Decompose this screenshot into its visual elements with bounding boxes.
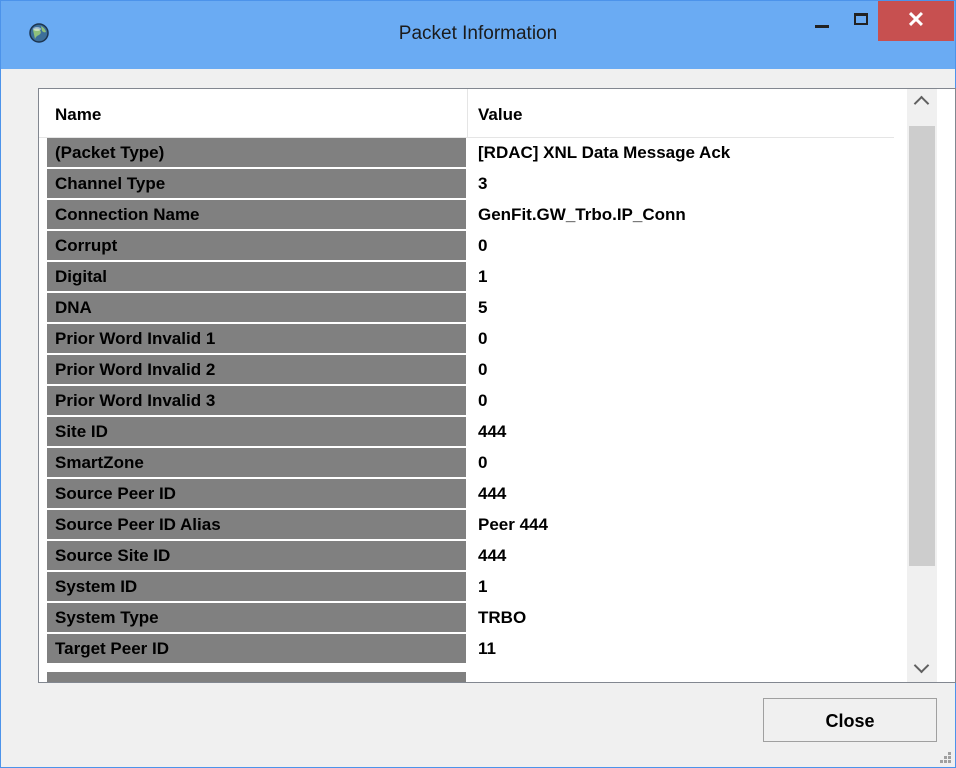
property-value-cell[interactable]: TRBO [478, 603, 526, 633]
property-value-cell[interactable]: 0 [478, 231, 487, 261]
property-value-cell[interactable]: 3 [478, 169, 487, 199]
table-row[interactable]: Prior Word Invalid 1 0 [39, 324, 903, 355]
property-value-cell[interactable]: 0 [478, 448, 487, 478]
partial-row [47, 672, 466, 682]
column-header-name[interactable]: Name [55, 105, 101, 125]
property-name-cell[interactable]: Prior Word Invalid 3 [47, 386, 466, 416]
property-value-cell[interactable]: 1 [478, 572, 487, 602]
property-value-cell[interactable]: GenFit.GW_Trbo.IP_Conn [478, 200, 686, 230]
scroll-up-arrow-icon[interactable] [907, 89, 937, 119]
property-name-cell[interactable]: System ID [47, 572, 466, 602]
minimize-button[interactable] [803, 1, 843, 41]
property-value-cell[interactable]: 11 [478, 634, 496, 664]
property-name-cell[interactable]: Source Peer ID Alias [47, 510, 466, 540]
column-header-value[interactable]: Value [478, 105, 522, 125]
table-row[interactable]: Digital 1 [39, 262, 903, 293]
property-name-cell[interactable]: Site ID [47, 417, 466, 447]
vertical-scrollbar[interactable] [907, 89, 937, 682]
grid-header: Name Value [39, 89, 894, 138]
table-row[interactable]: Site ID 444 [39, 417, 903, 448]
table-row[interactable]: Channel Type 3 [39, 169, 903, 200]
table-row[interactable]: Prior Word Invalid 3 0 [39, 386, 903, 417]
table-row[interactable]: Source Site ID 444 [39, 541, 903, 572]
maximize-button[interactable] [842, 1, 882, 41]
property-value-cell[interactable]: Peer 444 [478, 510, 548, 540]
column-separator[interactable] [467, 89, 468, 137]
property-name-cell[interactable]: Corrupt [47, 231, 466, 261]
property-name-cell[interactable]: Channel Type [47, 169, 466, 199]
property-value-cell[interactable]: 0 [478, 386, 487, 416]
packet-information-window: Packet Information ✕ Name Value (Packet … [0, 0, 956, 768]
title-bar[interactable]: Packet Information ✕ [1, 1, 955, 69]
minimize-icon [815, 25, 829, 28]
table-row[interactable]: System Type TRBO [39, 603, 903, 634]
table-row[interactable]: DNA 5 [39, 293, 903, 324]
property-name-cell[interactable]: Prior Word Invalid 2 [47, 355, 466, 385]
property-value-cell[interactable]: [RDAC] XNL Data Message Ack [478, 138, 730, 168]
property-name-cell[interactable]: Prior Word Invalid 1 [47, 324, 466, 354]
table-row[interactable]: Corrupt 0 [39, 231, 903, 262]
table-row[interactable]: Connection Name GenFit.GW_Trbo.IP_Conn [39, 200, 903, 231]
scrollbar-thumb[interactable] [909, 126, 935, 566]
property-name-cell[interactable]: System Type [47, 603, 466, 633]
close-window-button[interactable]: ✕ [878, 1, 954, 41]
resize-grip-icon[interactable] [936, 748, 952, 764]
table-row[interactable]: Source Peer ID Alias Peer 444 [39, 510, 903, 541]
table-row[interactable]: SmartZone 0 [39, 448, 903, 479]
property-grid-container: Name Value (Packet Type) [RDAC] XNL Data … [38, 88, 956, 683]
property-value-cell[interactable]: 0 [478, 324, 487, 354]
property-name-cell[interactable]: DNA [47, 293, 466, 323]
maximize-icon [854, 13, 868, 25]
scroll-down-arrow-icon[interactable] [907, 652, 937, 682]
property-value-cell[interactable]: 1 [478, 262, 487, 292]
property-value-cell[interactable]: 0 [478, 355, 487, 385]
close-button[interactable]: Close [763, 698, 937, 742]
property-value-cell[interactable]: 5 [478, 293, 487, 323]
property-value-cell[interactable]: 444 [478, 479, 506, 509]
table-row[interactable]: Target Peer ID 11 [39, 634, 903, 665]
property-grid[interactable]: Name Value (Packet Type) [RDAC] XNL Data … [38, 88, 956, 683]
property-name-cell[interactable]: Digital [47, 262, 466, 292]
property-value-cell[interactable]: 444 [478, 417, 506, 447]
close-icon: ✕ [906, 7, 926, 32]
property-value-cell[interactable]: 444 [478, 541, 506, 571]
property-name-cell[interactable]: SmartZone [47, 448, 466, 478]
property-name-cell[interactable]: Connection Name [47, 200, 466, 230]
table-row[interactable]: Source Peer ID 444 [39, 479, 903, 510]
table-row[interactable]: (Packet Type) [RDAC] XNL Data Message Ack [39, 138, 903, 169]
property-name-cell[interactable]: Source Site ID [47, 541, 466, 571]
property-name-cell[interactable]: Target Peer ID [47, 634, 466, 664]
table-row[interactable]: System ID 1 [39, 572, 903, 603]
table-row[interactable]: Prior Word Invalid 2 0 [39, 355, 903, 386]
property-name-cell[interactable]: (Packet Type) [47, 138, 466, 168]
property-name-cell[interactable]: Source Peer ID [47, 479, 466, 509]
